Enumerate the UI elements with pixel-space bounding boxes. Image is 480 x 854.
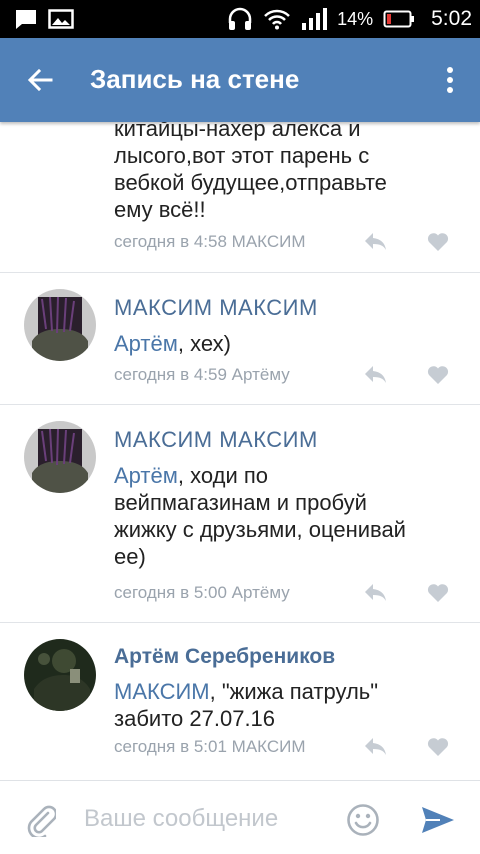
- comment-text: Артём, хех): [114, 330, 464, 357]
- comment-item: китайцы-нахер алекса и лысого,вот этот п…: [0, 122, 480, 273]
- paperclip-icon[interactable]: [26, 803, 56, 837]
- status-bar: 14% 5:02: [0, 0, 480, 38]
- arrow-left-icon: [27, 68, 53, 92]
- comment-text-line: ее): [114, 544, 146, 569]
- comment-meta: сегодня в 5:00 Артёму: [114, 583, 290, 602]
- signal-icon: [302, 8, 328, 30]
- smiley-icon[interactable]: [346, 803, 380, 837]
- battery-icon: [383, 10, 415, 28]
- headphones-icon: [228, 7, 252, 30]
- comment-item: Артём Серебреников МАКСИМ, "жижа патруль…: [0, 623, 480, 780]
- message-icon: [16, 10, 36, 29]
- comment-text: МАКСИМ, "жижа патруль" забито 27.07.16: [114, 678, 464, 732]
- comment-meta: сегодня в 4:58 МАКСИМ: [114, 232, 306, 251]
- clock: 5:02: [431, 7, 472, 30]
- comment-text: Артём, ходи по вейпмагазинам и пробуй жи…: [114, 462, 464, 570]
- comment-author[interactable]: МАКСИМ МАКСИМ: [114, 295, 318, 321]
- avatar[interactable]: [24, 421, 96, 493]
- reply-icon[interactable]: [362, 581, 388, 603]
- comment-feed[interactable]: китайцы-нахер алекса и лысого,вот этот п…: [0, 122, 480, 780]
- reply-icon[interactable]: [362, 735, 388, 757]
- vertical-dots-icon: [447, 67, 453, 93]
- comment-text: китайцы-нахер алекса и лысого,вот этот п…: [114, 122, 464, 223]
- comment-meta: сегодня в 4:59 Артёму: [114, 365, 290, 384]
- image-icon: [48, 9, 74, 29]
- heart-icon[interactable]: [426, 363, 450, 385]
- comment-mention[interactable]: Артём: [114, 331, 178, 356]
- comment-author[interactable]: МАКСИМ МАКСИМ: [114, 427, 318, 453]
- comment-text-body: , хех): [177, 331, 231, 356]
- comment-text-line: вейпмагазинам и пробуй: [114, 490, 367, 515]
- comment-text-line: лысого,вот этот парень с: [114, 143, 370, 168]
- comment-item: МАКСИМ МАКСИМ Артём, ходи по вейпмагазин…: [0, 405, 480, 623]
- comment-mention[interactable]: МАКСИМ: [114, 679, 210, 704]
- comment-text-body: , "жижа патруль": [209, 679, 379, 704]
- send-icon[interactable]: [420, 805, 456, 835]
- battery-percent: 14%: [337, 8, 374, 29]
- comment-text-line: жижку с друзьями, оценивай: [114, 517, 406, 542]
- avatar[interactable]: [24, 639, 96, 711]
- reply-icon[interactable]: [362, 230, 388, 252]
- comment-meta: сегодня в 5:01 МАКСИМ: [114, 737, 306, 756]
- more-options-button[interactable]: [430, 58, 470, 102]
- reply-icon[interactable]: [362, 363, 388, 385]
- page-title: Запись на стене: [90, 64, 300, 94]
- comment-text-line: ему всё!!: [114, 197, 206, 222]
- comment-text-body: , ходи по: [177, 463, 268, 488]
- app-header: Запись на стене: [0, 38, 480, 122]
- message-input[interactable]: [84, 799, 334, 839]
- heart-icon[interactable]: [426, 581, 450, 603]
- wifi-icon: [264, 9, 290, 30]
- comment-text-line: китайцы-нахер алекса и: [114, 122, 361, 141]
- heart-icon[interactable]: [426, 230, 450, 252]
- message-composer: [0, 780, 480, 854]
- comment-author[interactable]: Артём Серебреников: [114, 645, 335, 669]
- back-button[interactable]: [18, 58, 62, 102]
- comment-text-line: вебкой будущее,отправьте: [114, 170, 387, 195]
- comment-item: МАКСИМ МАКСИМ Артём, хех) сегодня в 4:59…: [0, 273, 480, 405]
- comment-mention[interactable]: Артём: [114, 463, 178, 488]
- heart-icon[interactable]: [426, 735, 450, 757]
- avatar[interactable]: [24, 289, 96, 361]
- comment-text-line: забито 27.07.16: [114, 706, 276, 731]
